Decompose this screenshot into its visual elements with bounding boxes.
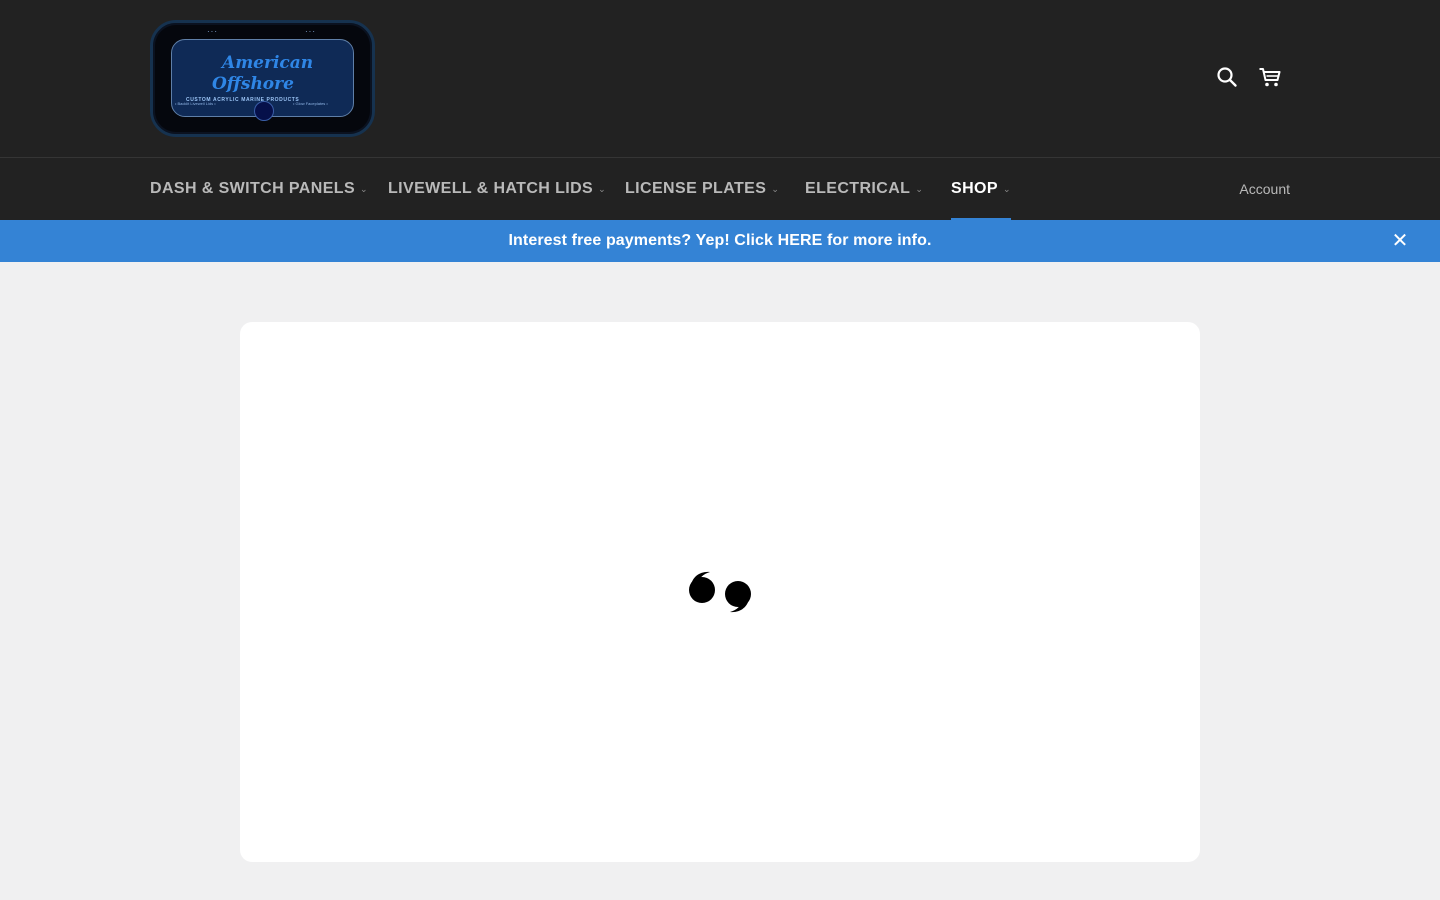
- nav-item-dash-switch-panels[interactable]: DASH & SWITCH PANELS ⌄: [150, 158, 368, 220]
- chevron-down-icon: ⌄: [1002, 183, 1011, 194]
- logo-knob: [254, 101, 274, 121]
- nav-item-shop[interactable]: SHOP ⌄: [951, 158, 1011, 221]
- main-navigation: DASH & SWITCH PANELS ⌄ LIVEWELL & HATCH …: [0, 157, 1440, 221]
- store-logo[interactable]: ··· ··· American Offshore CUSTOM ACRYLIC…: [150, 20, 375, 137]
- cart-button[interactable]: [1257, 64, 1283, 90]
- nav-item-label: LICENSE PLATES: [625, 180, 767, 197]
- announcement-text[interactable]: Interest free payments? Yep! Click HERE …: [509, 232, 932, 250]
- nav-item-label: ELECTRICAL: [805, 180, 911, 197]
- logo-led-dots: ···: [207, 27, 218, 36]
- logo-fine-right: • Glow Faceplates •: [293, 101, 328, 106]
- close-icon[interactable]: ✕: [1390, 231, 1410, 251]
- announcement-bar[interactable]: Interest free payments? Yep! Click HERE …: [0, 220, 1440, 262]
- chevron-down-icon: ⌄: [771, 183, 780, 194]
- nav-item-electrical[interactable]: ELECTRICAL ⌄: [805, 158, 923, 220]
- nav-item-label: LIVEWELL & HATCH LIDS: [388, 180, 594, 197]
- nav-item-label: SHOP: [951, 180, 998, 197]
- site-header: ··· ··· American Offshore CUSTOM ACRYLIC…: [0, 0, 1440, 157]
- nav-item-license-plates[interactable]: LICENSE PLATES ⌄: [625, 158, 779, 220]
- logo-fine-left: • Backlit Livewell Lids •: [175, 101, 216, 106]
- chevron-down-icon: ⌄: [360, 183, 368, 194]
- nav-item-label: DASH & SWITCH PANELS: [150, 180, 356, 197]
- logo-text-line1: American: [222, 53, 314, 73]
- logo-text-line2: Offshore: [212, 74, 294, 94]
- search-button[interactable]: [1214, 64, 1240, 90]
- chevron-down-icon: ⌄: [915, 183, 924, 194]
- account-link[interactable]: Account: [1239, 158, 1290, 220]
- quote-icon: [689, 571, 751, 613]
- cart-icon: [1259, 68, 1281, 87]
- search-icon: [1217, 67, 1237, 87]
- logo-led-dots: ···: [305, 27, 316, 36]
- chevron-down-icon: ⌄: [598, 183, 607, 194]
- testimonial-card: [240, 322, 1200, 862]
- nav-item-livewell-hatch-lids[interactable]: LIVEWELL & HATCH LIDS ⌄: [388, 158, 606, 220]
